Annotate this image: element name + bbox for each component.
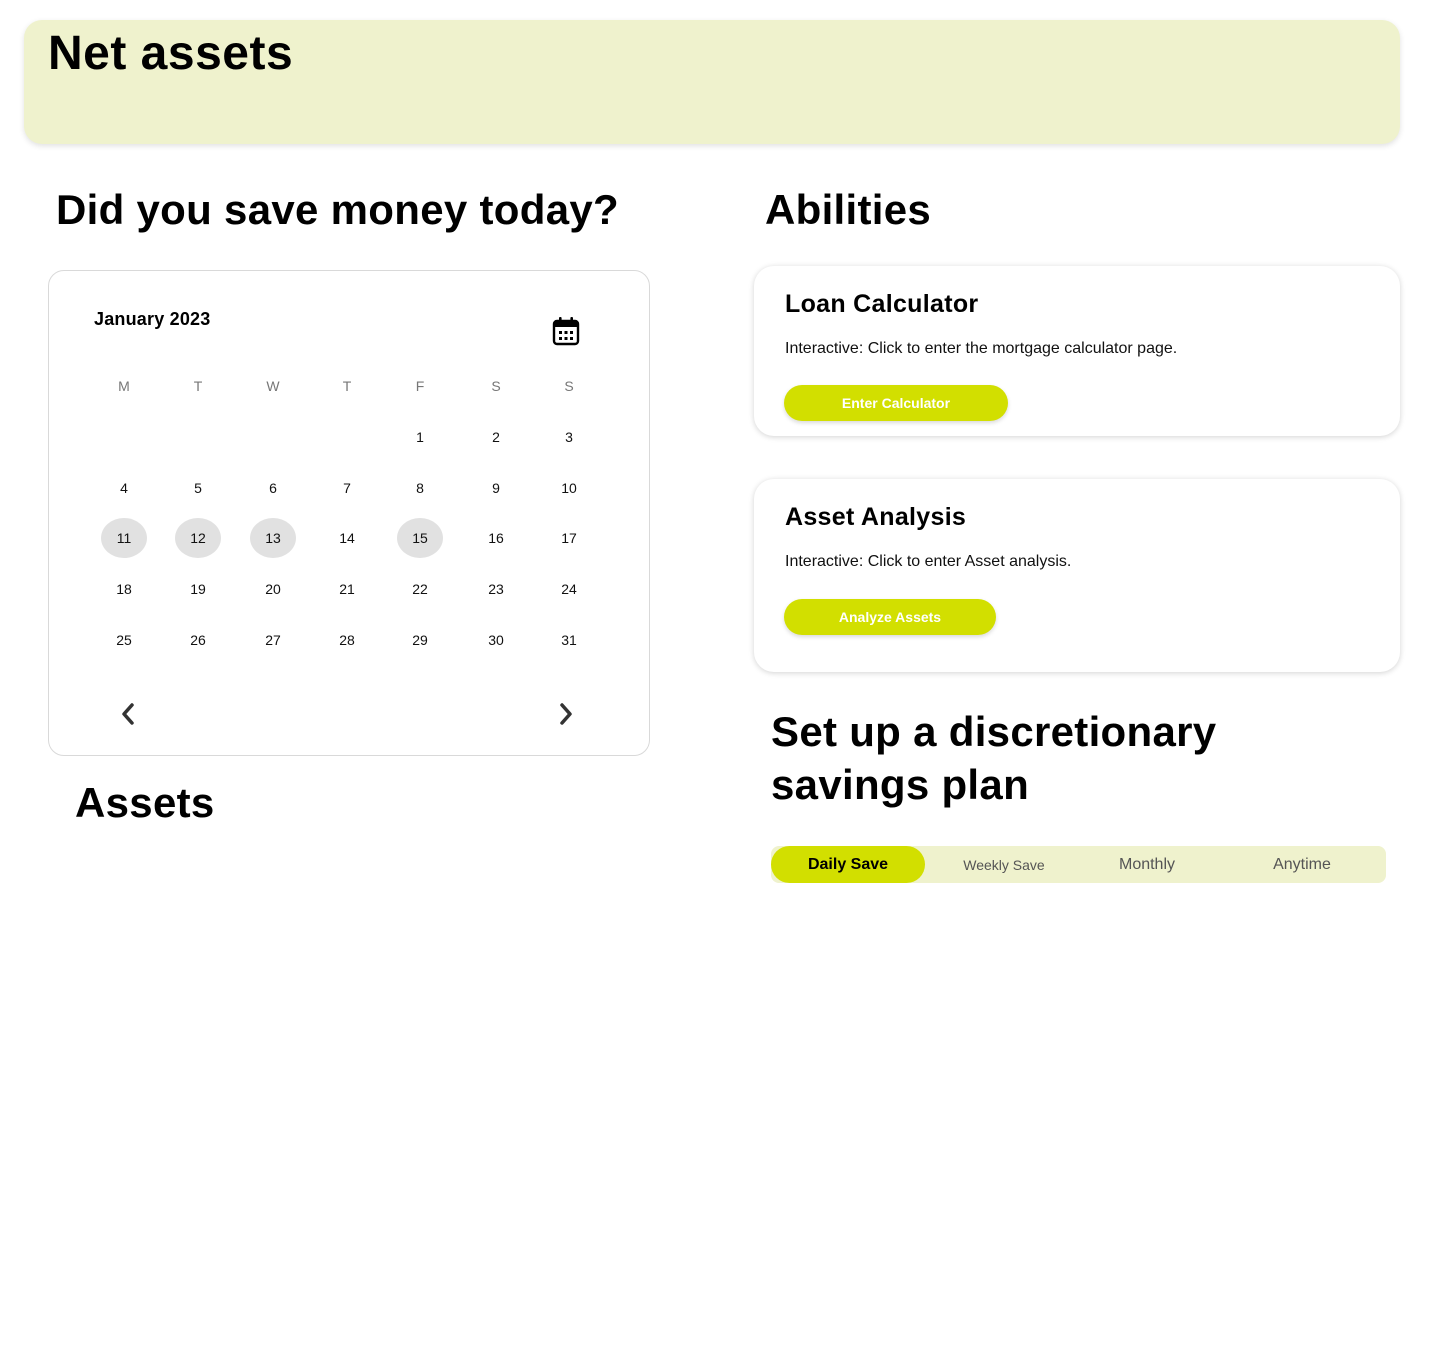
- calendar-day[interactable]: 4: [101, 468, 147, 508]
- calendar-weekday-label: W: [266, 378, 280, 394]
- calendar-day[interactable]: 5: [175, 468, 221, 508]
- savings-plan-heading: Set up a discretionary savings plan: [771, 708, 1217, 808]
- savings-today-heading: Did you save money today?: [56, 186, 619, 233]
- calendar-day[interactable]: 23: [473, 569, 519, 609]
- loan-calculator-title: Loan Calculator: [785, 290, 979, 318]
- calendar-day[interactable]: 9: [473, 468, 519, 508]
- net-assets-title: Net assets: [48, 27, 294, 80]
- tab-daily-save[interactable]: Daily Save: [771, 846, 925, 883]
- asset-analysis-title: Asset Analysis: [785, 503, 967, 531]
- tab-anytime[interactable]: Anytime: [1242, 846, 1362, 883]
- calendar-weekday-label: S: [491, 378, 501, 394]
- calendar-day[interactable]: 10: [546, 468, 592, 508]
- calendar-day[interactable]: 1: [397, 417, 443, 457]
- calendar-day[interactable]: 28: [324, 620, 370, 660]
- calendar-weekday-label: T: [193, 378, 203, 394]
- enter-calculator-button[interactable]: Enter Calculator: [784, 385, 1008, 421]
- chevron-left-icon[interactable]: [113, 699, 143, 729]
- savings-plan-tabs: Daily Save Weekly Save Monthly Anytime: [771, 846, 1386, 883]
- calendar-day[interactable]: 25: [101, 620, 147, 660]
- loan-calculator-card: Loan Calculator Interactive: Click to en…: [754, 266, 1400, 436]
- calendar-day-marked[interactable]: 12: [175, 518, 221, 558]
- calendar-day[interactable]: 31: [546, 620, 592, 660]
- tab-monthly[interactable]: Monthly: [1087, 846, 1207, 883]
- calendar-day[interactable]: 6: [250, 468, 296, 508]
- calendar-day[interactable]: 3: [546, 417, 592, 457]
- calendar-day[interactable]: 19: [175, 569, 221, 609]
- asset-analysis-card: Asset Analysis Interactive: Click to ent…: [754, 479, 1400, 672]
- calendar-day[interactable]: 2: [473, 417, 519, 457]
- calendar-weekday-label: S: [564, 378, 574, 394]
- calendar-day[interactable]: 17: [546, 518, 592, 558]
- calendar-day[interactable]: 20: [250, 569, 296, 609]
- calendar-day-marked[interactable]: 13: [250, 518, 296, 558]
- calendar-day-marked[interactable]: 11: [101, 518, 147, 558]
- loan-calculator-description: Interactive: Click to enter the mortgage…: [785, 340, 1178, 357]
- calendar-day[interactable]: 26: [175, 620, 221, 660]
- calendar-weekday-label: F: [415, 378, 425, 394]
- calendar-day[interactable]: 22: [397, 569, 443, 609]
- calendar-day[interactable]: 30: [473, 620, 519, 660]
- calendar-day[interactable]: 14: [324, 518, 370, 558]
- calendar-day[interactable]: 16: [473, 518, 519, 558]
- page: Net assets Did you save money today? Jan…: [0, 0, 1440, 1350]
- calendar-day[interactable]: 29: [397, 620, 443, 660]
- calendar-day[interactable]: 18: [101, 569, 147, 609]
- net-assets-banner: Net assets: [24, 20, 1400, 144]
- calendar: January 2023 MTWTFSS 1 2 3 4 5 6 7 8 9 10 11 12 13 14…: [48, 270, 650, 756]
- calendar-month-label: January 2023: [94, 309, 211, 329]
- calendar-day[interactable]: 21: [324, 569, 370, 609]
- calendar-day-marked[interactable]: 15: [397, 518, 443, 558]
- calendar-day[interactable]: 27: [250, 620, 296, 660]
- analyze-assets-button[interactable]: Analyze Assets: [784, 599, 996, 635]
- calendar-weekday-label: M: [118, 378, 130, 394]
- asset-analysis-description: Interactive: Click to enter Asset analys…: [785, 553, 1072, 570]
- chevron-right-icon[interactable]: [551, 699, 581, 729]
- calendar-weekday-label: T: [342, 378, 352, 394]
- calendar-icon[interactable]: [552, 316, 580, 346]
- calendar-day[interactable]: 7: [324, 468, 370, 508]
- tab-weekly-save[interactable]: Weekly Save: [941, 846, 1067, 883]
- calendar-day[interactable]: 24: [546, 569, 592, 609]
- assets-heading: Assets: [75, 779, 215, 826]
- abilities-heading: Abilities: [765, 186, 932, 233]
- calendar-day[interactable]: 8: [397, 468, 443, 508]
